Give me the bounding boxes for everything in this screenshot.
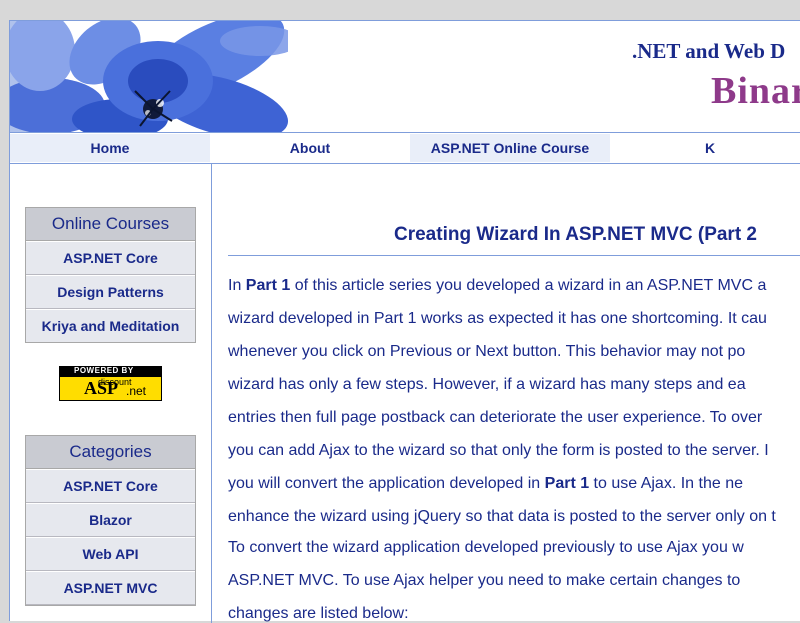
nav-item-k[interactable]: K — [610, 134, 800, 162]
nav-item-home[interactable]: Home — [10, 134, 210, 162]
paragraph-line: changes are listed below: — [228, 605, 409, 622]
site-tagline: .NET and Web D — [632, 39, 786, 63]
categories-box: Categories ASP.NET Core Blazor Web API A… — [25, 435, 196, 606]
paragraph-line: you can add Ajax to the wizard so that o… — [228, 442, 769, 459]
course-link-design-patterns[interactable]: Design Patterns — [26, 275, 195, 309]
paragraph-line: ASP.NET MVC. To use Ajax helper you need… — [228, 572, 741, 589]
paragraph-line: whenever you click on Previous or Next b… — [228, 343, 746, 360]
online-courses-box: Online Courses ASP.NET Core Design Patte… — [25, 207, 196, 343]
part-1-link[interactable]: Part 1 — [246, 277, 290, 294]
paragraph-line: entries then full page postback can dete… — [228, 409, 763, 426]
category-link-blazor[interactable]: Blazor — [26, 503, 195, 537]
text-span: of this article series you developed a w… — [290, 277, 767, 294]
sidebar: Online Courses ASP.NET Core Design Patte… — [10, 163, 212, 623]
category-link-web-api[interactable]: Web API — [26, 537, 195, 571]
article-title-bar: Creating Wizard In ASP.NET MVC (Part 2 — [228, 224, 800, 256]
paragraph-line: To convert the wizard application develo… — [228, 539, 744, 556]
top-nav: Home About ASP.NET Online Course K — [10, 132, 800, 164]
paragraph-line: In Part 1 of this article series you dev… — [228, 269, 800, 302]
site-brand: Binar — [711, 70, 800, 112]
part-1-link[interactable]: Part 1 — [545, 475, 589, 492]
article-content: Creating Wizard In ASP.NET MVC (Part 2 I… — [228, 163, 800, 623]
paragraph-line: wizard developed in Part 1 works as expe… — [228, 310, 767, 327]
category-link-aspnet-core[interactable]: ASP.NET Core — [26, 469, 195, 503]
course-link-kriya[interactable]: Kriya and Meditation — [26, 309, 195, 342]
article-title: Creating Wizard In ASP.NET MVC (Part 2 — [394, 224, 758, 245]
paragraph-line: enhance the wizard using jQuery so that … — [228, 508, 776, 525]
article-paragraph-1: In Part 1 of this article series you dev… — [228, 269, 800, 533]
text-span: In — [228, 277, 246, 294]
article-paragraph-2: To convert the wizard application develo… — [228, 531, 800, 623]
badge-asp-text: ASP — [84, 378, 119, 398]
header-banner: .NET and Web D Binar — [10, 21, 800, 132]
paragraph-line: you will convert the application develop… — [228, 467, 800, 500]
nav-item-online-course[interactable]: ASP.NET Online Course — [410, 134, 610, 162]
categories-title: Categories — [26, 436, 195, 469]
course-link-aspnet-core[interactable]: ASP.NET Core — [26, 241, 195, 275]
badge-powered-text: POWERED BY — [74, 366, 134, 375]
discount-aspnet-badge[interactable]: POWERED BY discount ASP .net — [59, 366, 162, 401]
online-courses-title: Online Courses — [26, 208, 195, 241]
text-span: to use Ajax. In the ne — [589, 475, 743, 492]
page: .NET and Web D Binar Home About ASP.NET … — [9, 20, 800, 623]
badge-net-text: .net — [126, 384, 147, 398]
nav-item-about[interactable]: About — [210, 134, 410, 162]
paragraph-line: wizard has only a few steps. However, if… — [228, 376, 746, 393]
flower-banner-image — [10, 21, 288, 132]
text-span: you will convert the application develop… — [228, 475, 545, 492]
